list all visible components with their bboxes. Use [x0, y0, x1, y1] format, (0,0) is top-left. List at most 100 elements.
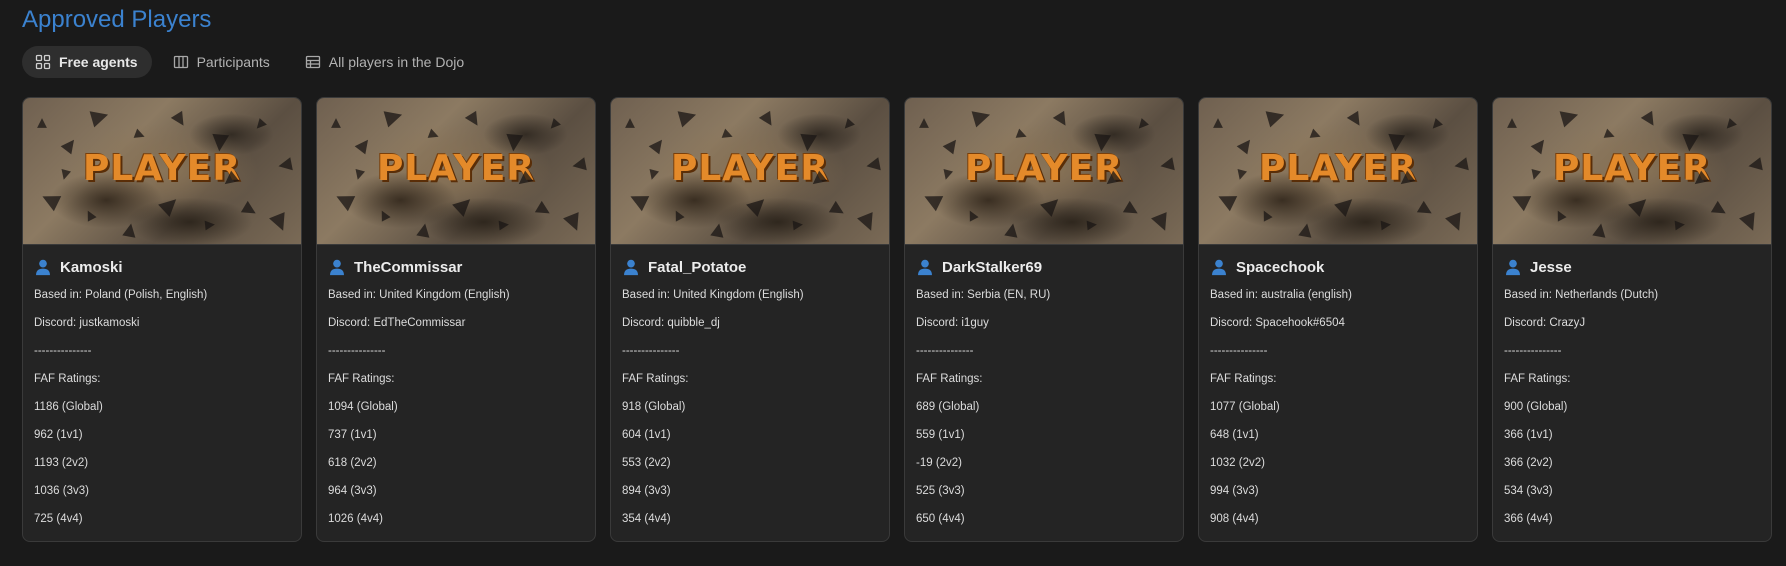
tab-all-players[interactable]: All players in the Dojo [292, 46, 478, 78]
banner-text: PLAYER [1258, 148, 1418, 189]
banner-decoration [1592, 222, 1608, 238]
player-discord: Discord: Spacehook#6504 [1210, 317, 1345, 329]
tab-participants[interactable]: Participants [160, 46, 284, 78]
banner-decoration [1723, 118, 1737, 132]
banner-decoration [971, 106, 993, 128]
rating-3v3: 534 (3v3) [1504, 485, 1553, 497]
player-card[interactable]: PLAYER Kamoski Based in: Poland (Polish,… [22, 97, 302, 542]
user-icon [330, 259, 344, 276]
banner-decoration [758, 110, 778, 130]
separator-text: --------------- [1210, 345, 1268, 357]
banner-decoration [1453, 157, 1469, 173]
player-card[interactable]: PLAYER Spacechook Based in: australia (e… [1198, 97, 1478, 542]
player-banner-image: PLAYER [1493, 98, 1771, 245]
user-icon [918, 259, 932, 276]
user-icon [624, 259, 638, 276]
rating-1v1: 559 (1v1) [916, 429, 965, 441]
banner-text: PLAYER [670, 148, 830, 189]
tab-label: All players in the Dojo [328, 54, 465, 70]
banner-decoration [1386, 133, 1406, 153]
rating-4v4: 725 (4v4) [34, 513, 83, 525]
banner-decoration [240, 200, 260, 220]
user-icon [1212, 259, 1226, 276]
player-banner-image: PLAYER [23, 98, 301, 245]
banner-decoration [625, 118, 635, 128]
banner-decoration [1346, 110, 1366, 130]
banner-decoration [1213, 118, 1223, 128]
rating-4v4: 1026 (4v4) [328, 513, 383, 525]
banner-decoration [626, 188, 650, 212]
rating-global: 1094 (Global) [328, 401, 398, 413]
banner-decoration [1214, 188, 1238, 212]
banner-decoration [677, 106, 699, 128]
separator-text: --------------- [328, 345, 386, 357]
banner-decoration [1508, 188, 1532, 212]
banner-decoration [210, 133, 230, 153]
banner-decoration [133, 128, 147, 142]
banner-decoration [377, 208, 391, 222]
player-card-body: DarkStalker69 Based in: Serbia (EN, RU) … [905, 245, 1183, 541]
rating-4v4: 366 (4v4) [1504, 513, 1553, 525]
banner-decoration [416, 222, 432, 238]
rating-4v4: 650 (4v4) [916, 513, 965, 525]
player-header: DarkStalker69 [916, 256, 1172, 278]
player-discord: Discord: EdTheCommissar [328, 317, 466, 329]
banner-decoration [38, 188, 62, 212]
banner-decoration [1747, 157, 1763, 173]
banner-decoration [83, 208, 97, 222]
banner-decoration [1603, 128, 1617, 142]
player-name: Jesse [1530, 258, 1572, 276]
rating-2v2: 1032 (2v2) [1210, 457, 1265, 469]
banner-decoration [746, 193, 770, 217]
separator-text: --------------- [916, 345, 974, 357]
player-discord: Discord: CrazyJ [1504, 317, 1586, 329]
banner-decoration [571, 157, 587, 173]
player-name: DarkStalker69 [942, 258, 1043, 276]
player-card[interactable]: PLAYER Jesse Based in: Netherlands (Dutc… [1492, 97, 1772, 542]
rating-global: 1186 (Global) [34, 401, 103, 413]
banner-decoration [857, 212, 879, 234]
banner-decoration [37, 118, 47, 128]
player-discord: Discord: quibble_dj [622, 317, 720, 329]
player-discord: Discord: i1guy [916, 317, 989, 329]
player-banner-image: PLAYER [317, 98, 595, 245]
banner-decoration [269, 212, 291, 234]
banner-decoration [1680, 133, 1700, 153]
rating-4v4: 908 (4v4) [1210, 513, 1259, 525]
player-header: Jesse [1504, 256, 1760, 278]
player-card[interactable]: PLAYER Fatal_Potatoe Based in: United Ki… [610, 97, 890, 542]
player-card-list: PLAYER Kamoski Based in: Poland (Polish,… [22, 97, 1772, 542]
banner-decoration [1265, 106, 1287, 128]
player-location: Based in: United Kingdom (English) [622, 289, 804, 301]
banner-decoration [1004, 222, 1020, 238]
player-banner-image: PLAYER [1199, 98, 1477, 245]
banner-decoration [122, 222, 138, 238]
banner-decoration [383, 106, 405, 128]
rating-global: 900 (Global) [1504, 401, 1568, 413]
player-card[interactable]: PLAYER TheCommissar Based in: United Kin… [316, 97, 596, 542]
player-card[interactable]: PLAYER DarkStalker69 Based in: Serbia (E… [904, 97, 1184, 542]
ratings-label: FAF Ratings: [622, 373, 689, 385]
banner-decoration [1259, 208, 1273, 222]
player-card-body: Jesse Based in: Netherlands (Dutch) Disc… [1493, 245, 1771, 541]
player-location: Based in: Poland (Polish, English) [34, 289, 208, 301]
rating-4v4: 354 (4v4) [622, 513, 671, 525]
banner-decoration [1553, 208, 1567, 222]
banner-decoration [710, 222, 726, 238]
rating-1v1: 366 (1v1) [1504, 429, 1553, 441]
user-icon [1506, 259, 1520, 276]
banner-decoration [498, 219, 510, 231]
banner-decoration [1298, 222, 1314, 238]
tab-free-agents[interactable]: Free agents [22, 46, 152, 78]
player-location: Based in: United Kingdom (English) [328, 289, 510, 301]
ratings-label: FAF Ratings: [328, 373, 395, 385]
banner-decoration [1640, 110, 1660, 130]
player-card-body: Kamoski Based in: Poland (Polish, Englis… [23, 245, 301, 541]
tab-label: Free agents [59, 54, 138, 70]
banner-decoration [563, 212, 585, 234]
banner-text: PLAYER [376, 148, 536, 189]
banner-decoration [1309, 128, 1323, 142]
banner-decoration [277, 157, 293, 173]
banner-decoration [1135, 118, 1149, 132]
banner-decoration [534, 200, 554, 220]
